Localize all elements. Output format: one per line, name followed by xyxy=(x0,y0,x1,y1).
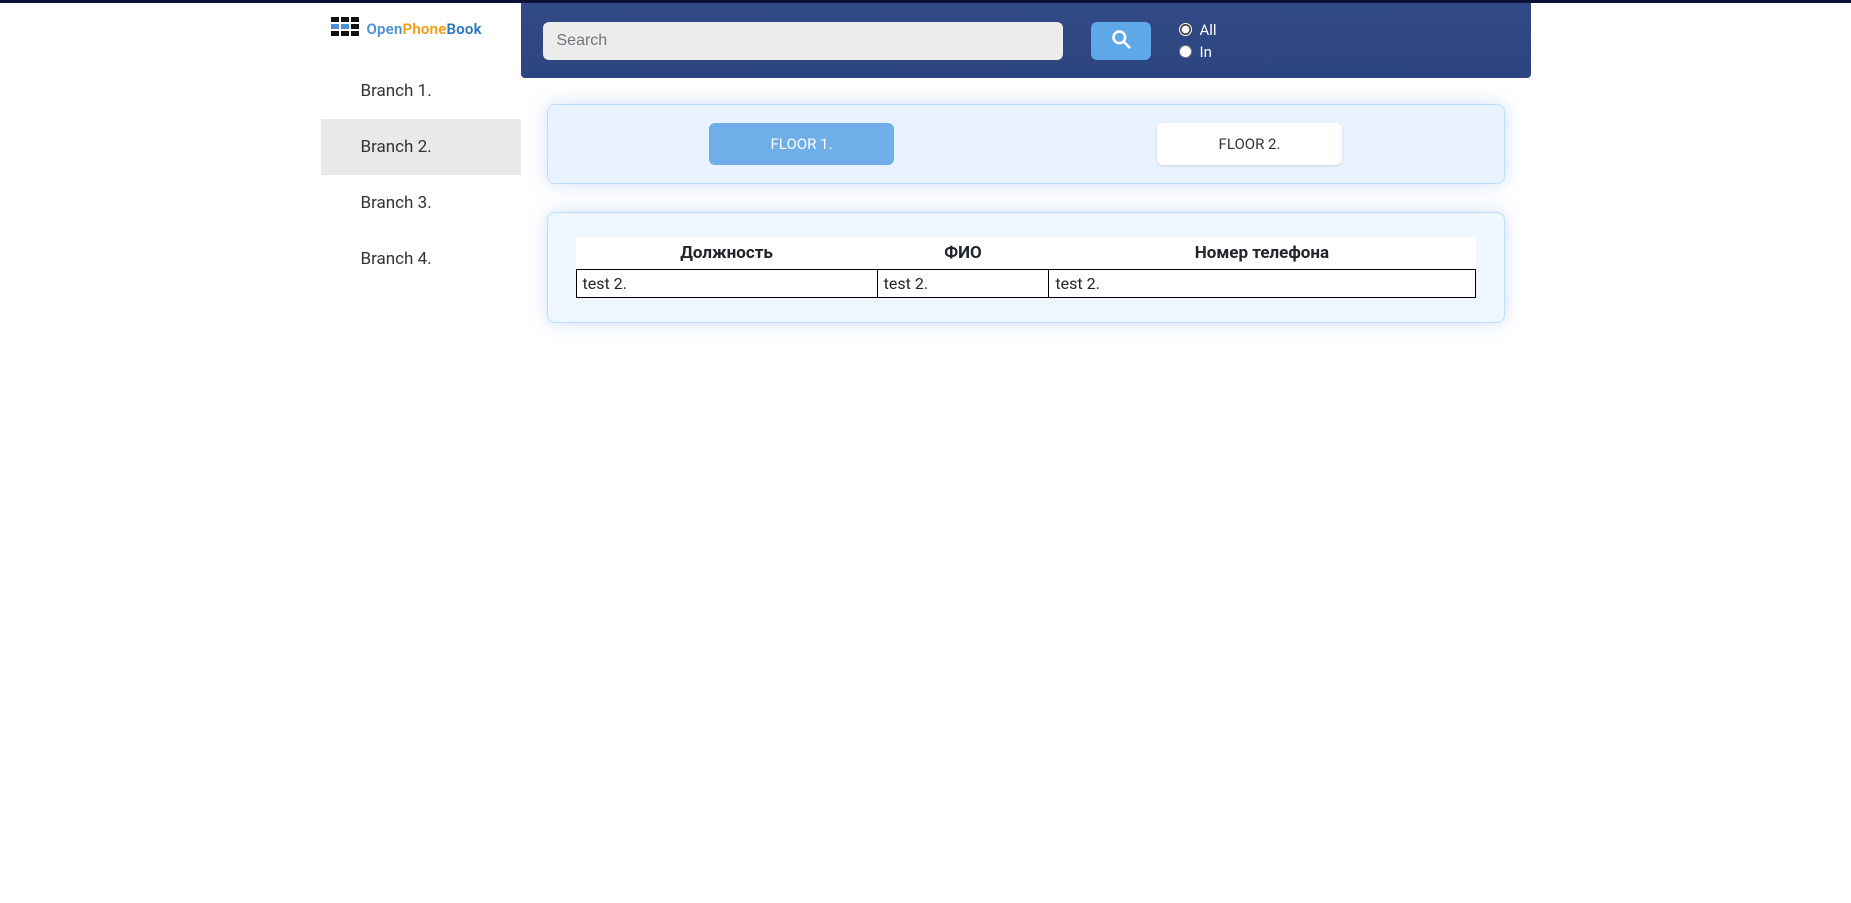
col-position: Должность xyxy=(576,237,877,270)
floor-panel: FLOOR 1. FLOOR 2. xyxy=(547,104,1505,184)
radio-all[interactable]: All xyxy=(1179,21,1217,39)
main: All In FLOOR 1. FLOOR 2. Должность xyxy=(521,3,1531,903)
table-header-row: Должность ФИО Номер телефона xyxy=(576,237,1475,270)
sidebar: OpenPhoneBook Branch 1. Branch 2. Branch… xyxy=(321,3,521,903)
radio-in-label: In xyxy=(1200,43,1212,61)
col-name: ФИО xyxy=(877,237,1049,270)
cell-phone: test 2. xyxy=(1049,270,1475,298)
cell-position: test 2. xyxy=(576,270,877,298)
radio-in[interactable]: In xyxy=(1179,43,1217,61)
logo: OpenPhoneBook xyxy=(321,3,521,63)
radio-all-input[interactable] xyxy=(1179,23,1192,36)
contacts-table: Должность ФИО Номер телефона test 2. tes… xyxy=(576,237,1476,298)
search-icon xyxy=(1111,29,1131,52)
sidebar-item-branch-1[interactable]: Branch 1. xyxy=(321,63,521,119)
radio-all-label: All xyxy=(1200,21,1217,39)
logo-word-phone: Phone xyxy=(403,20,447,38)
scope-radio-group: All In xyxy=(1179,21,1217,61)
floor-tab-1[interactable]: FLOOR 1. xyxy=(709,123,894,165)
cell-name: test 2. xyxy=(877,270,1049,298)
logo-icon xyxy=(331,17,361,41)
table-panel: Должность ФИО Номер телефона test 2. tes… xyxy=(547,212,1505,323)
content: FLOOR 1. FLOOR 2. Должность ФИО Номер те… xyxy=(521,78,1531,349)
branch-list: Branch 1. Branch 2. Branch 3. Branch 4. xyxy=(321,63,521,287)
search-input[interactable] xyxy=(543,22,1063,60)
app-root: OpenPhoneBook Branch 1. Branch 2. Branch… xyxy=(321,3,1531,903)
sidebar-item-branch-4[interactable]: Branch 4. xyxy=(321,231,521,287)
topbar: All In xyxy=(521,3,1531,78)
logo-word-book: Book xyxy=(446,20,481,38)
search-button[interactable] xyxy=(1091,22,1151,60)
sidebar-item-branch-2[interactable]: Branch 2. xyxy=(321,119,521,175)
col-phone: Номер телефона xyxy=(1049,237,1475,270)
logo-text: OpenPhoneBook xyxy=(367,20,482,38)
logo-word-open: Open xyxy=(367,20,403,38)
floor-tab-2[interactable]: FLOOR 2. xyxy=(1157,123,1342,165)
radio-in-input[interactable] xyxy=(1179,45,1192,58)
table-row: test 2. test 2. test 2. xyxy=(576,270,1475,298)
sidebar-item-branch-3[interactable]: Branch 3. xyxy=(321,175,521,231)
